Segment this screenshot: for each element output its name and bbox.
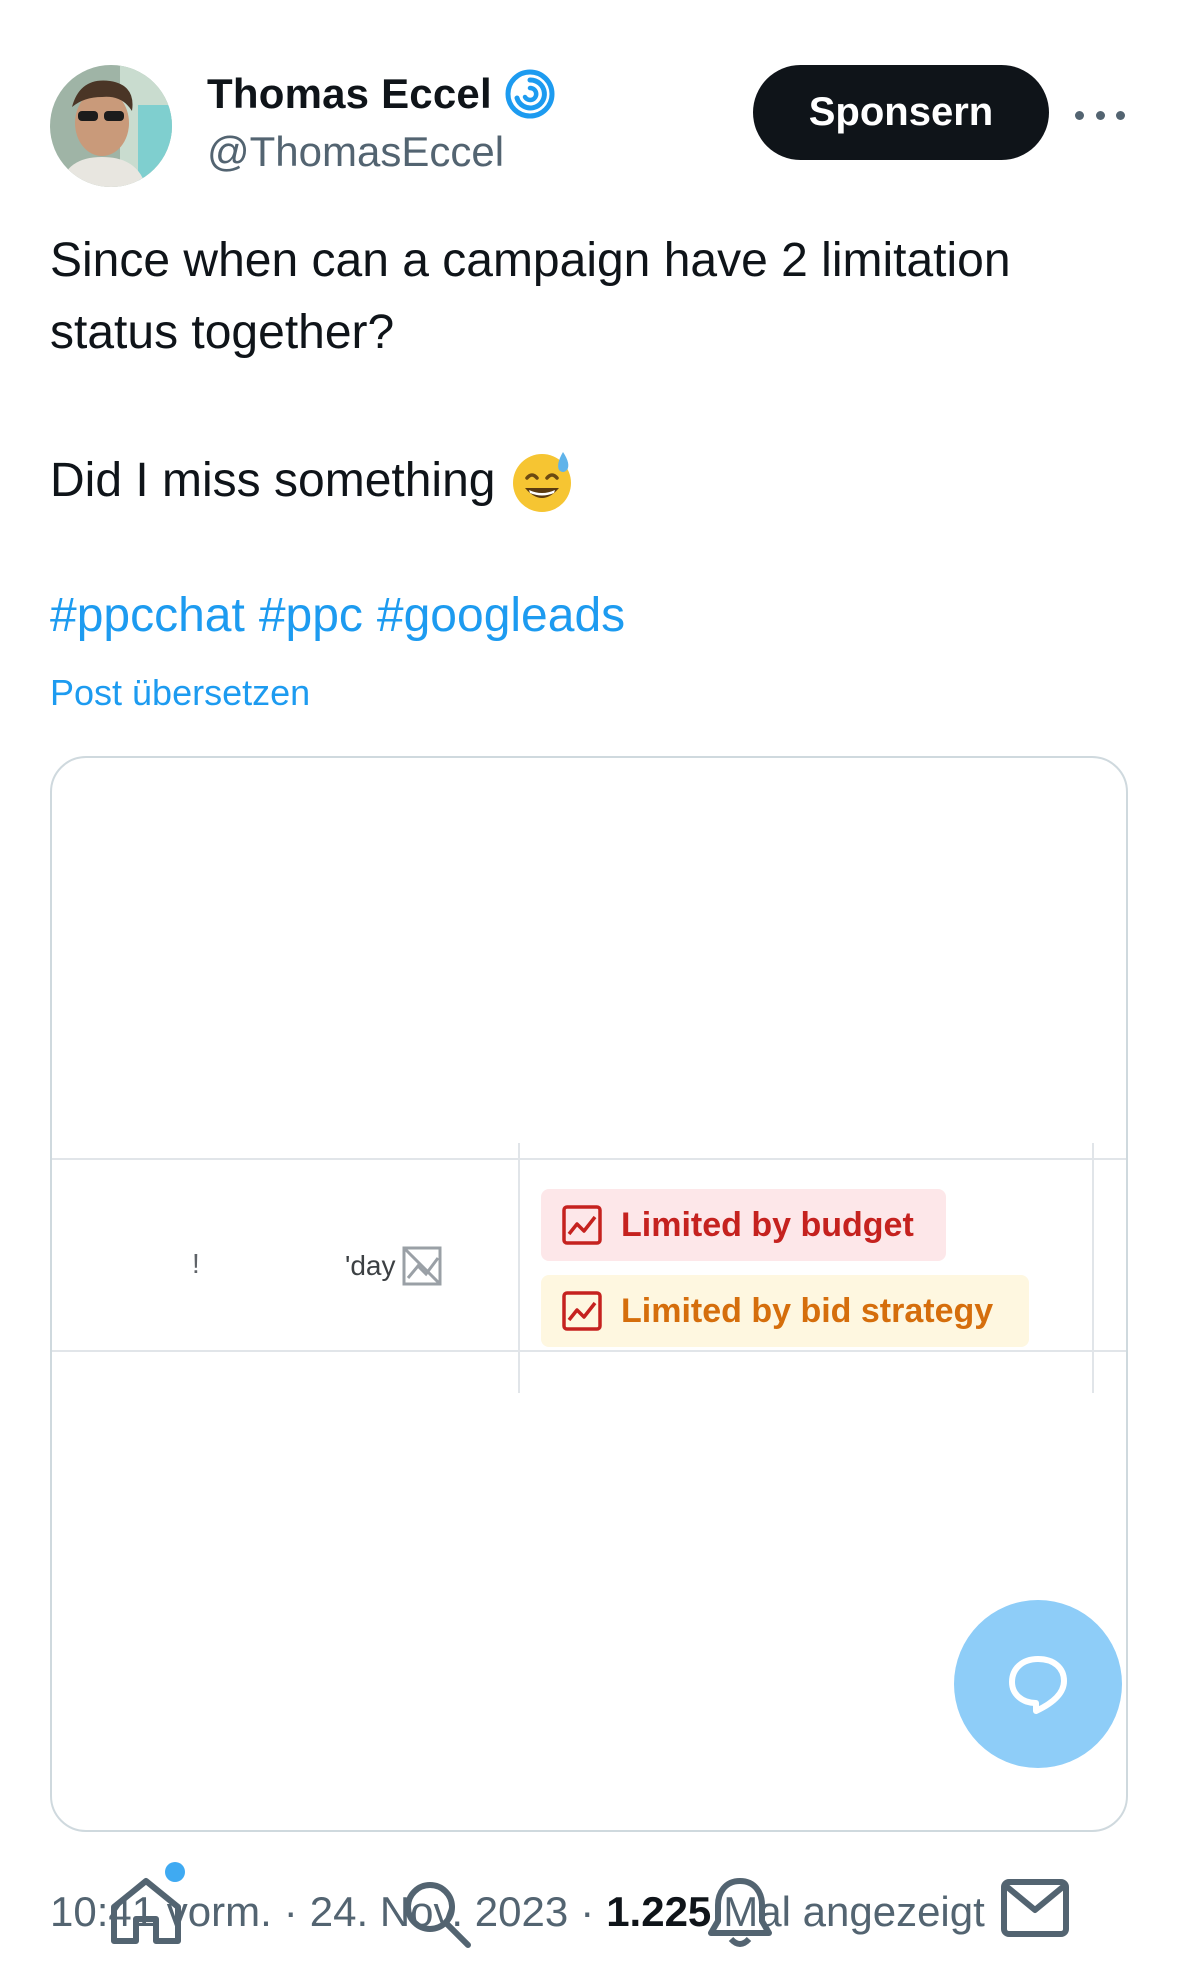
tweet-text: Since when can a campaign have 2 limitat… xyxy=(50,225,1130,369)
display-name[interactable]: Thomas Eccel xyxy=(207,70,492,118)
status-chip-label: Limited by budget xyxy=(621,1205,914,1244)
tweet-meta: 10:41 vorm. · 24. Nov. 2023 · 1.225 Mal … xyxy=(50,1888,985,1936)
sponsor-button[interactable]: Sponsern xyxy=(753,65,1049,160)
translate-post-link[interactable]: Post übersetzen xyxy=(50,672,310,714)
messages-envelope-icon[interactable] xyxy=(1000,1878,1070,1938)
notifications-bell-icon[interactable] xyxy=(705,1875,775,1951)
status-chip-limited-by-budget[interactable]: Limited by budget xyxy=(541,1189,946,1261)
sweat-smile-emoji-icon xyxy=(513,452,572,512)
trend-chart-icon xyxy=(562,1205,602,1245)
meta-separator: · xyxy=(580,1888,595,1935)
avatar[interactable] xyxy=(50,65,172,187)
table-divider xyxy=(52,1158,1126,1160)
status-chip-limited-by-bid-strategy[interactable]: Limited by bid strategy xyxy=(541,1275,1029,1347)
meta-separator: · xyxy=(283,1888,298,1935)
hashtag-link[interactable]: #googleads xyxy=(377,588,625,643)
table-cell-fragment: ! xyxy=(192,1248,200,1279)
avatar-photo xyxy=(50,65,172,187)
table-divider xyxy=(52,1350,1126,1352)
tweet-text-line-2: Did I miss something xyxy=(50,454,496,507)
table-cell-fragment: 'day xyxy=(345,1250,396,1281)
hashtag-link[interactable]: #ppc xyxy=(259,588,363,643)
floating-reply-button[interactable] xyxy=(954,1600,1122,1768)
views-count: 1.225 xyxy=(606,1888,712,1935)
home-icon[interactable] xyxy=(108,1875,184,1945)
hashtags: #ppcchat #ppc #googleads xyxy=(50,588,625,643)
verified-badge-icon[interactable] xyxy=(504,68,556,120)
tweet-media-image[interactable]: ! 'day Limited by budget Limited by bid … xyxy=(50,756,1128,1832)
table-divider xyxy=(1092,1143,1094,1393)
more-horizontal-icon[interactable] xyxy=(1075,95,1125,135)
author-name-row[interactable]: Thomas Eccel xyxy=(207,68,556,120)
status-chip-label: Limited by bid strategy xyxy=(621,1291,994,1330)
hashtag-link[interactable]: #ppcchat xyxy=(50,588,245,643)
chat-bubble-icon xyxy=(1009,1656,1067,1714)
tweet-page: Thomas Eccel @ThomasEccel Sponsern Since… xyxy=(0,0,1179,1977)
chart-disabled-icon xyxy=(402,1246,441,1286)
tweet-text-line-2-row: Did I miss something xyxy=(50,445,575,517)
tweet-text-line-1: Since when can a campaign have 2 limitat… xyxy=(50,234,1011,359)
search-icon[interactable] xyxy=(400,1877,474,1951)
trend-chart-icon xyxy=(562,1291,602,1331)
table-cell-budget: 'day xyxy=(345,1244,444,1288)
table-divider xyxy=(518,1143,520,1393)
author-handle[interactable]: @ThomasEccel xyxy=(207,128,504,176)
